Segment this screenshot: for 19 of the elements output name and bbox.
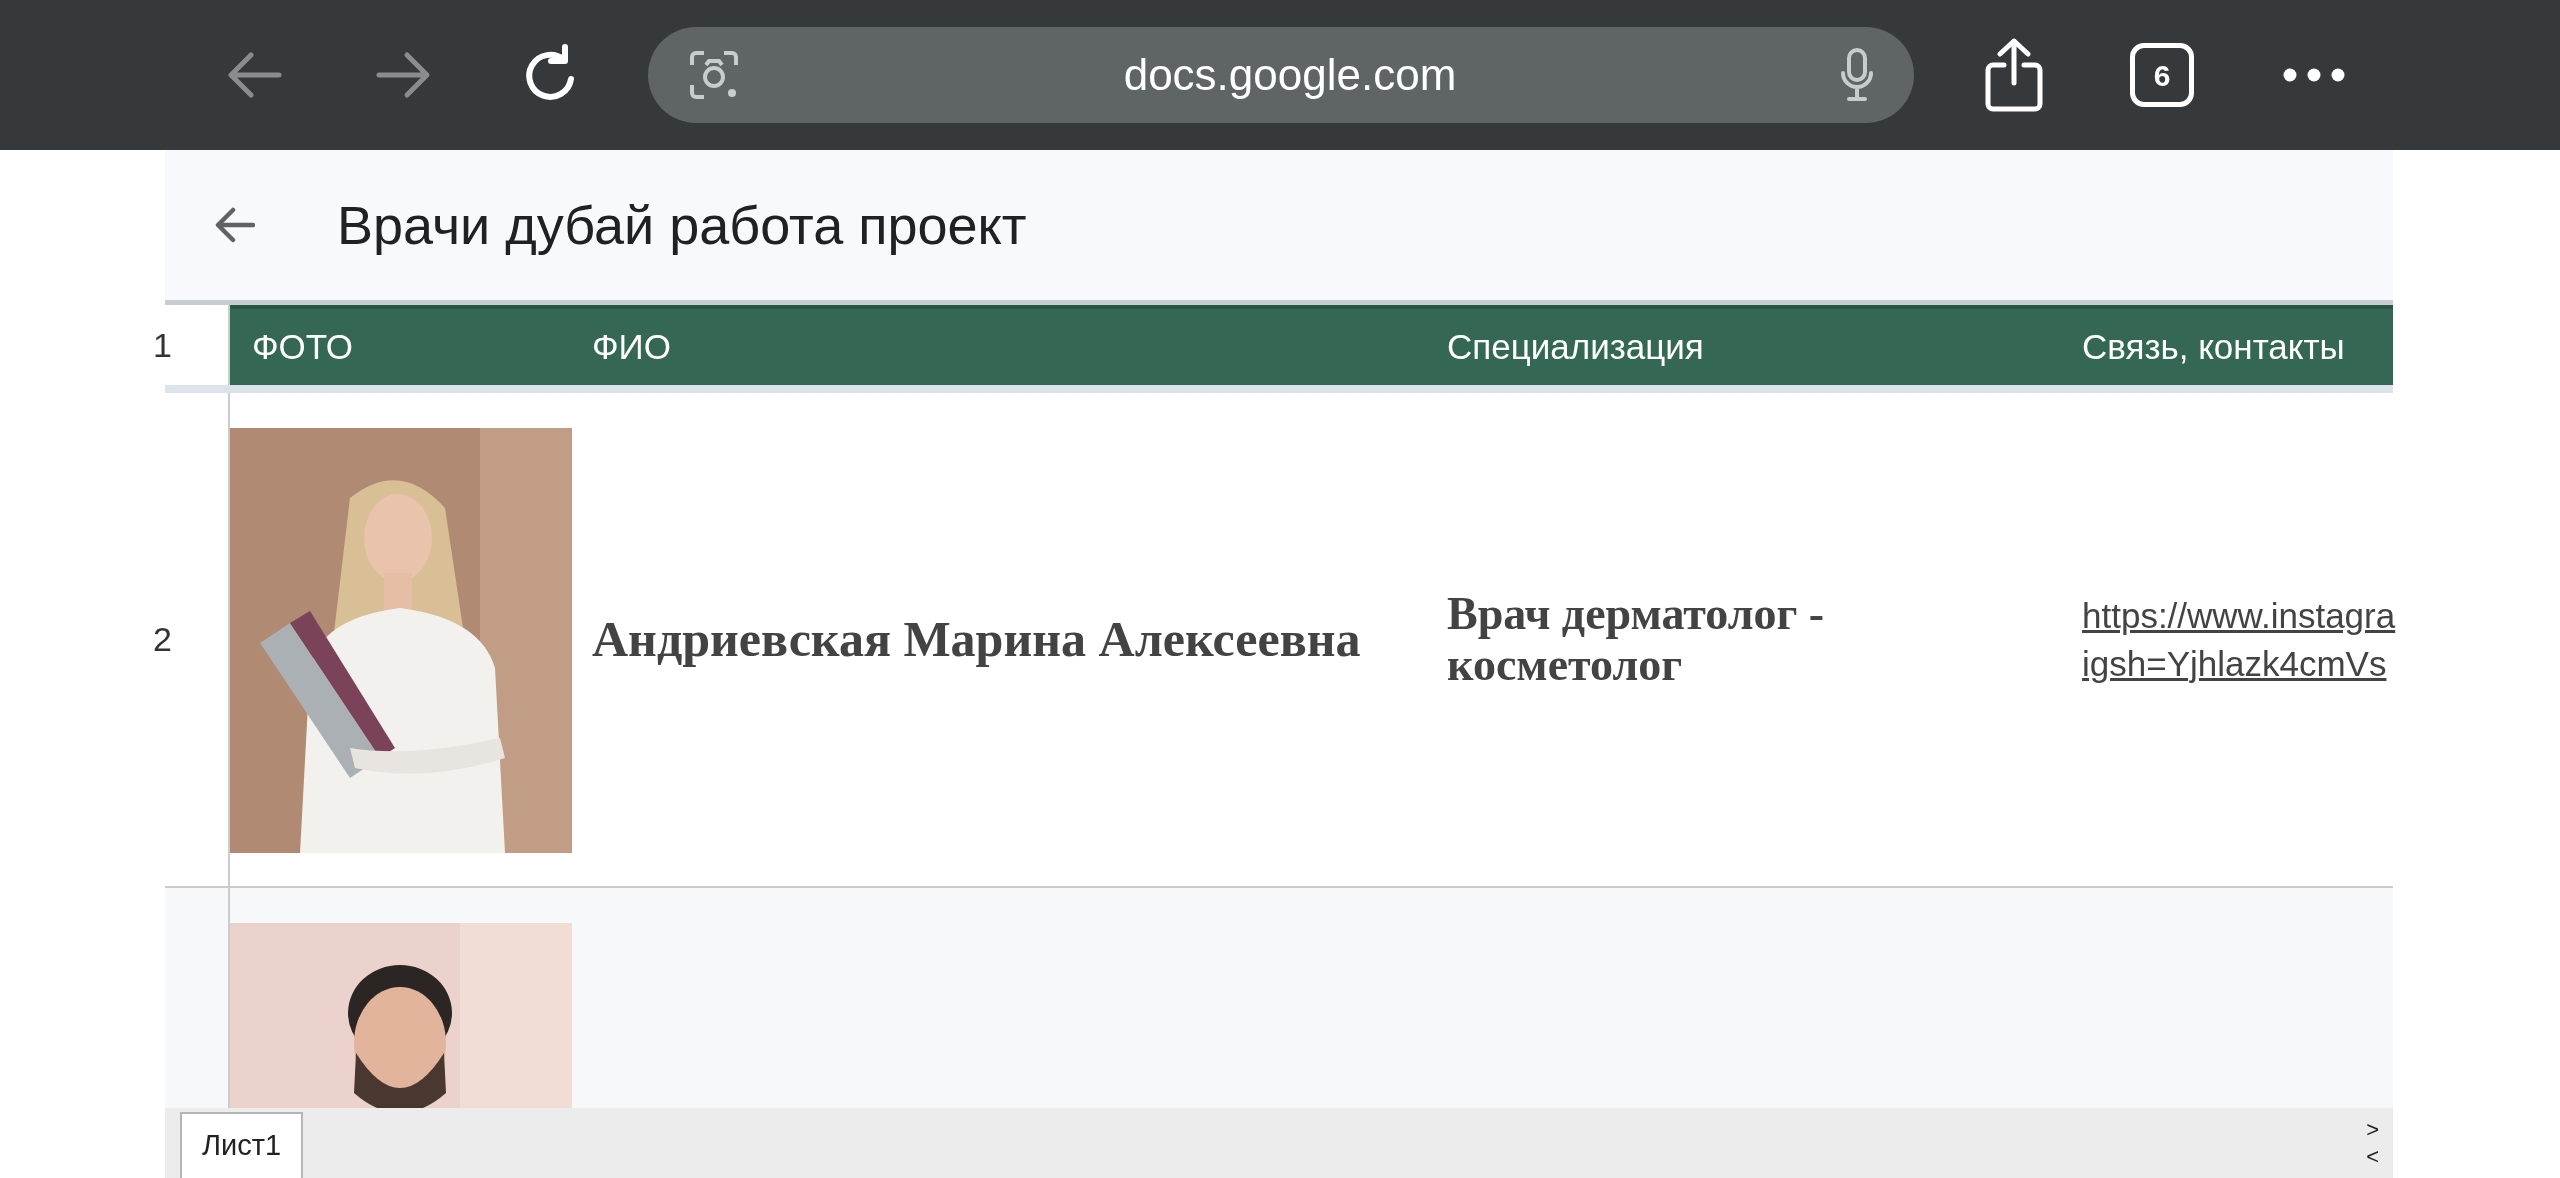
specialization-cell-text: Врач дерматолог - косметолог bbox=[1446, 588, 1826, 691]
share-button[interactable] bbox=[1984, 37, 2044, 113]
name-cell-text: Андриевская Марина Алексеевна bbox=[591, 610, 1362, 669]
column-header: ФОТО bbox=[230, 305, 570, 385]
sheet-tab[interactable]: Лист1 bbox=[180, 1112, 304, 1178]
column-header: Специализация bbox=[1425, 305, 2060, 385]
scroll-arrow[interactable]: > bbox=[2366, 1115, 2379, 1143]
document-title: Врачи дубай работа проект bbox=[337, 193, 1027, 257]
scroll-arrow[interactable]: < bbox=[2366, 1143, 2379, 1171]
back-button[interactable] bbox=[215, 207, 255, 243]
contact-link[interactable]: igsh=Yjhlazk4cmVs bbox=[2082, 639, 2393, 687]
address-text: docs.google.com bbox=[1122, 49, 1458, 101]
lens-icon[interactable] bbox=[688, 49, 740, 101]
more-button[interactable] bbox=[2282, 67, 2346, 83]
column-header: ФИО bbox=[570, 305, 1425, 385]
microphone-icon[interactable] bbox=[1840, 47, 1874, 103]
address-bar[interactable]: docs.google.com bbox=[648, 27, 1914, 123]
column-header: Связь, контакты bbox=[2060, 305, 2393, 385]
tabs-button[interactable]: 6 bbox=[2130, 43, 2194, 107]
